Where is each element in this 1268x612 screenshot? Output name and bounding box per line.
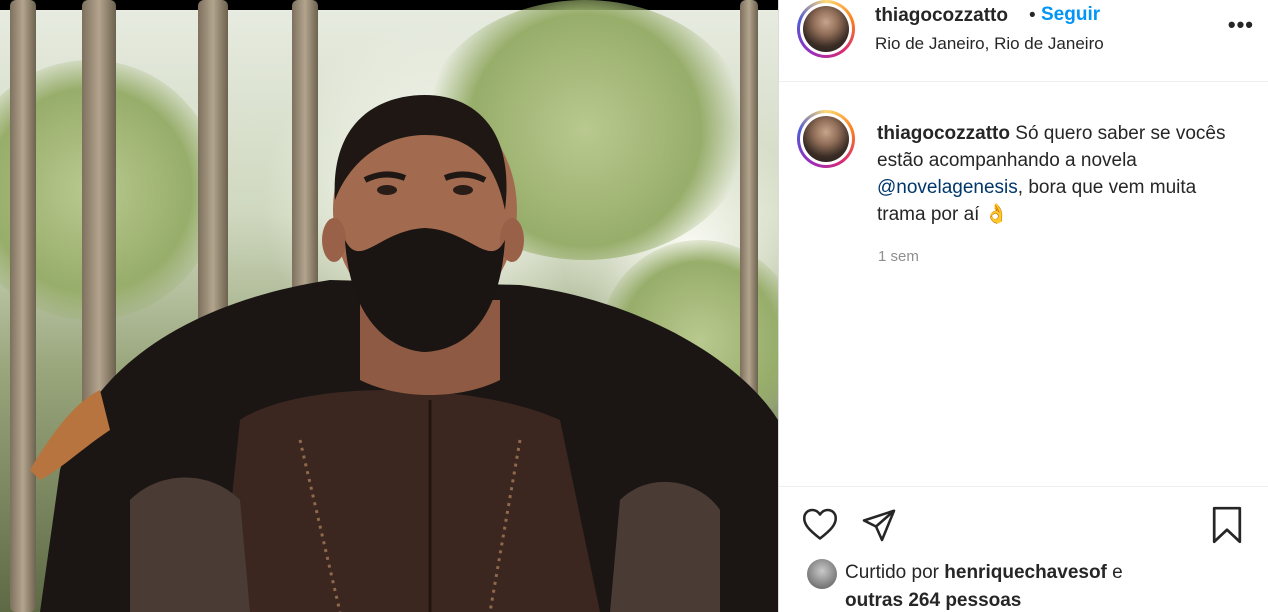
man-figure — [30, 95, 778, 612]
more-options-icon[interactable]: ••• — [1228, 12, 1254, 38]
likes-conjunction: e — [1112, 562, 1123, 583]
paper-plane-icon[interactable] — [861, 507, 897, 543]
liker-username[interactable]: henriquechavesof — [944, 562, 1107, 583]
ok-hand-emoji: 👌 — [984, 204, 1009, 225]
post-timestamp[interactable]: 1 sem — [878, 248, 919, 265]
post-location[interactable]: Rio de Janeiro, Rio de Janeiro — [875, 34, 1104, 54]
author-avatar[interactable] — [797, 0, 855, 58]
post-header: thiagocozzatto • Seguir Rio de Janeiro, … — [779, 0, 1268, 82]
caption-username[interactable]: thiagocozzatto — [877, 123, 1010, 144]
caption-mention[interactable]: @novelagenesis — [877, 177, 1018, 198]
caption-text: thiagocozzatto Só quero saber se vocês e… — [877, 120, 1247, 228]
likes-text: Curtido por henriquechavesof e outras 26… — [845, 559, 1265, 612]
caption-avatar[interactable] — [797, 110, 855, 168]
post-photo[interactable] — [0, 0, 778, 612]
bookmark-icon[interactable] — [1211, 505, 1243, 545]
post-sidebar: thiagocozzatto • Seguir Rio de Janeiro, … — [778, 0, 1268, 612]
follow-button[interactable]: Seguir — [1041, 4, 1100, 26]
likes-prefix: Curtido por — [845, 562, 939, 583]
action-bar: Curtido por henriquechavesof e outras 26… — [779, 486, 1268, 612]
follow-separator: • — [1029, 5, 1036, 26]
heart-icon[interactable] — [801, 507, 839, 543]
likes-others-link[interactable]: outras 264 pessoas — [845, 590, 1021, 611]
instagram-post: thiagocozzatto • Seguir Rio de Janeiro, … — [0, 0, 1268, 612]
author-username[interactable]: thiagocozzatto — [875, 5, 1008, 27]
caption-comment: thiagocozzatto Só quero saber se vocês e… — [779, 82, 1268, 482]
liker-avatar[interactable] — [807, 559, 837, 589]
